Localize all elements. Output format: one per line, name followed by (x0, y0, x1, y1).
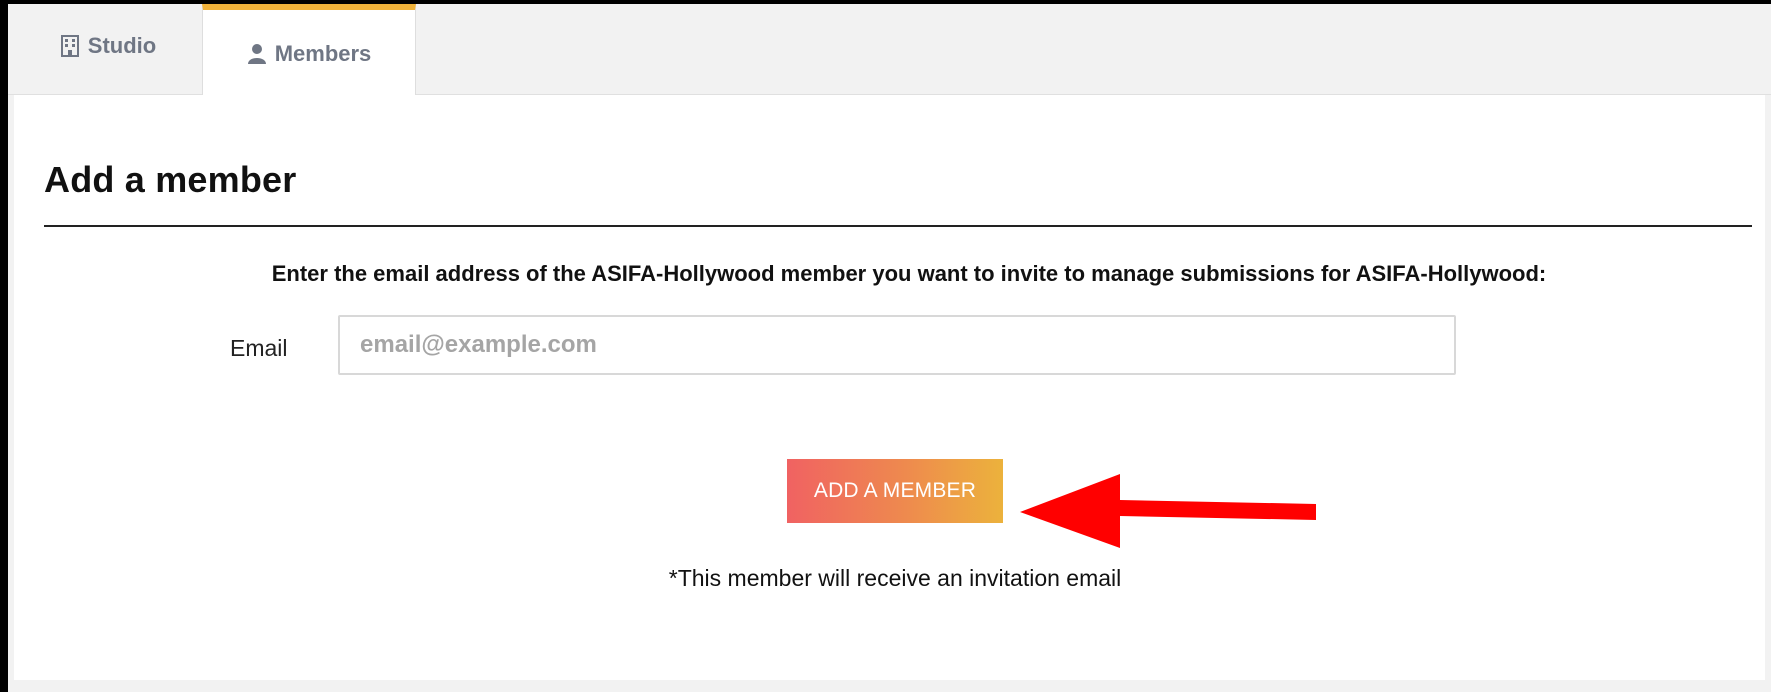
building-icon (60, 35, 80, 57)
title-divider (44, 225, 1752, 227)
tab-studio[interactable]: Studio (48, 4, 168, 94)
app-frame: Studio Members Add a member Enter the em… (8, 4, 1771, 692)
tab-members[interactable]: Members (202, 4, 416, 95)
instructions-text: Enter the email address of the ASIFA-Hol… (271, 261, 1547, 286)
red-arrow-annotation (1020, 474, 1316, 548)
add-member-button[interactable]: ADD A MEMBER (787, 459, 1003, 523)
invitation-note: *This member will receive an invitation … (668, 565, 1122, 591)
tab-bar: Studio Members (8, 4, 1771, 95)
add-member-panel: Add a member Enter the email address of … (14, 95, 1765, 680)
user-icon (247, 43, 267, 65)
email-input[interactable] (338, 315, 1456, 375)
tab-members-label: Members (274, 40, 372, 66)
tab-studio-label: Studio (87, 33, 157, 58)
email-label: Email (230, 335, 288, 361)
page-title: Add a member (44, 159, 297, 200)
